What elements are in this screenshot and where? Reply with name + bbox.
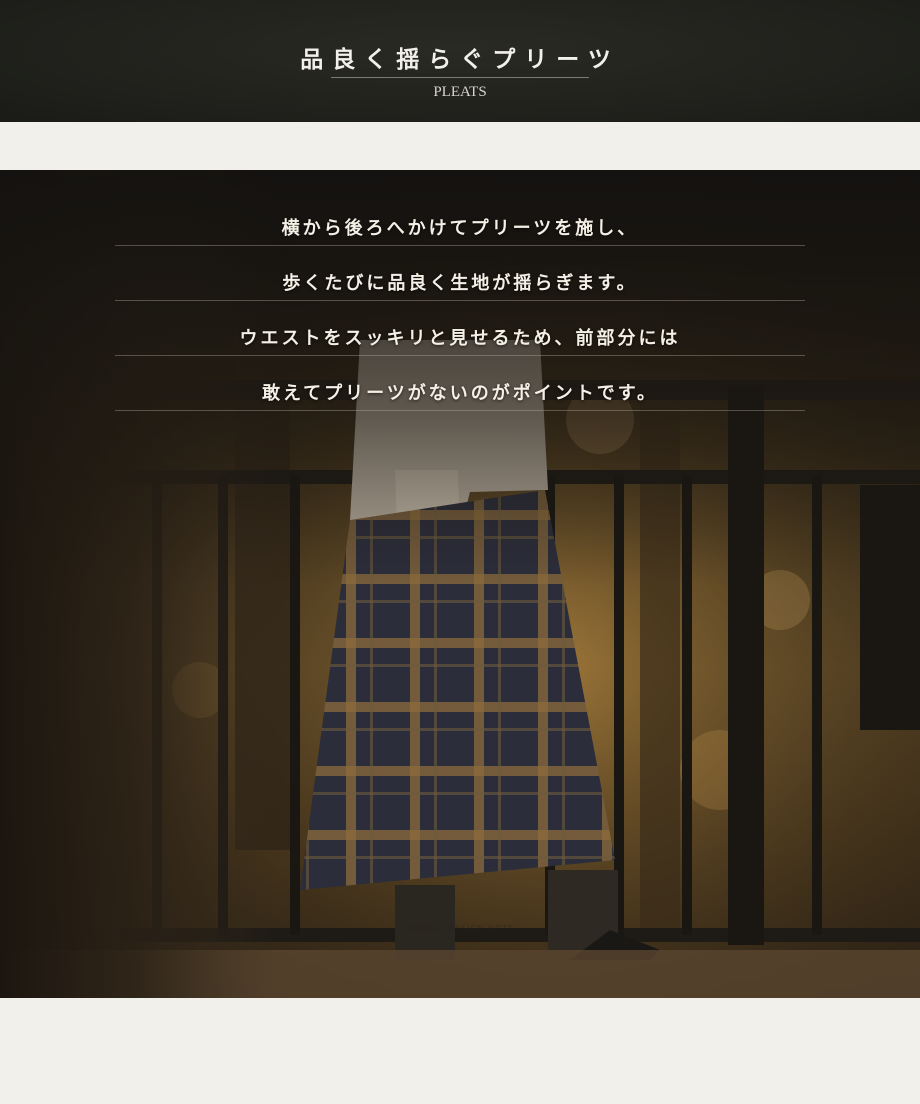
photo-watermark: UNFOLK DESIGN NOTE xyxy=(405,924,515,933)
caption-line-2: 歩くたびに品良く生地が揺らぎます。 xyxy=(282,273,638,294)
caption-line-4: 敢えてプリーツがないのがポイントです。 xyxy=(262,383,658,404)
title-divider xyxy=(331,77,589,78)
section-title: 品良く揺らぐプリーツ xyxy=(300,46,620,73)
caption-line-1: 横から後ろへかけてプリーツを施し、 xyxy=(281,218,639,239)
section-header: 品良く揺らぐプリーツ PLEATS xyxy=(0,0,920,122)
caption-line-3: ウエストをスッキリと見せるため、前部分には xyxy=(239,328,681,349)
caption-divider xyxy=(115,245,805,246)
section-subtitle: PLEATS xyxy=(433,84,487,100)
caption-divider xyxy=(115,355,805,356)
caption-divider xyxy=(115,410,805,411)
caption-divider xyxy=(115,300,805,301)
product-photo: 横から後ろへかけてプリーツを施し、 歩くたびに品良く生地が揺らぎます。 ウエスト… xyxy=(0,170,920,998)
